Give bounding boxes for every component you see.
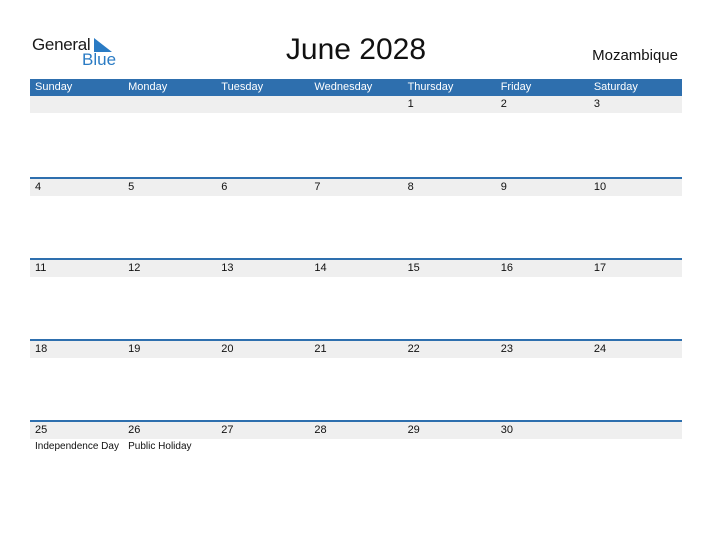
day-number: 20 (221, 342, 234, 355)
day-number-strip: 11 12 13 14 15 16 17 (30, 259, 682, 277)
week-row: 18 19 20 21 22 23 24 (30, 339, 682, 420)
day-number: 1 (407, 98, 414, 110)
day-number: 11 (35, 261, 47, 274)
day-number-strip: 18 19 20 21 22 23 24 (30, 340, 682, 358)
day-number: 5 (128, 180, 135, 193)
holiday-row (30, 196, 682, 198)
weekday-saturday: Saturday (593, 81, 638, 93)
day-number-strip: 25 26 27 28 29 30 (30, 421, 682, 439)
holiday-label (589, 439, 682, 452)
day-number: 29 (407, 423, 420, 436)
holiday-label: Independence Day (35, 440, 119, 452)
holiday-label (216, 277, 309, 279)
holiday-label (403, 358, 496, 360)
day-number: 22 (407, 342, 420, 355)
day-number: 13 (221, 261, 234, 274)
day-number: 28 (314, 423, 327, 436)
holiday-row (30, 358, 682, 360)
week-row: 4 5 6 7 8 9 10 (30, 177, 682, 258)
weekday-header: Sunday Monday Tuesday Wednesday Thursday… (30, 79, 682, 96)
holiday-label (309, 358, 402, 360)
day-number-strip: 4 5 6 7 8 9 10 (30, 178, 682, 196)
holiday-label (496, 277, 589, 279)
holiday-label (589, 277, 682, 279)
holiday-label (309, 196, 402, 198)
day-number: 2 (500, 98, 507, 110)
holiday-label (30, 277, 123, 279)
holiday-label (123, 277, 216, 279)
day-number: 15 (407, 261, 420, 274)
day-number: 18 (35, 342, 48, 355)
holiday-label (309, 439, 402, 452)
week-row: 1 2 3 (30, 96, 682, 177)
holiday-label (496, 113, 589, 115)
day-number: 4 (35, 180, 42, 193)
day-number: 12 (128, 261, 141, 274)
day-number (309, 96, 402, 113)
holiday-label (403, 113, 496, 115)
holiday-label (123, 196, 216, 198)
holiday-label (403, 277, 496, 279)
holiday-label (496, 196, 589, 198)
holiday-label (216, 358, 309, 360)
day-number: 16 (500, 261, 513, 274)
holiday-label (309, 277, 402, 279)
holiday-label (589, 113, 682, 115)
holiday-label (403, 196, 496, 198)
holiday-label (216, 439, 309, 452)
day-number: 25 (35, 423, 48, 436)
day-number (589, 422, 682, 439)
week-row: 25 26 27 28 29 30 Independence Day Public Holid… (30, 420, 682, 501)
holiday-label (216, 113, 309, 115)
holiday-label (589, 196, 682, 198)
day-number: 30 (500, 423, 513, 436)
holiday-label (403, 439, 496, 452)
day-number: 8 (407, 180, 414, 193)
day-number: 7 (314, 180, 321, 193)
day-number: 17 (593, 261, 607, 274)
day-number-strip: 1 2 3 (30, 96, 682, 113)
day-number: 23 (500, 342, 513, 355)
day-number: 14 (314, 261, 327, 274)
holiday-row (30, 113, 682, 115)
holiday-label (309, 113, 402, 115)
holiday-label (30, 196, 123, 198)
day-number (30, 96, 123, 113)
day-number: 9 (500, 180, 507, 193)
weekday-tuesday: Tuesday (221, 81, 264, 93)
day-number: 10 (593, 180, 607, 193)
weekday-wednesday: Wednesday (314, 81, 373, 93)
holiday-label (30, 358, 123, 360)
holiday-label: Public Holiday (128, 440, 192, 452)
holiday-row (30, 277, 682, 279)
weekday-sunday: Sunday (35, 81, 73, 93)
weekday-monday: Monday (128, 81, 168, 93)
holiday-label (496, 358, 589, 360)
holiday-label (30, 113, 123, 115)
day-number (123, 96, 216, 113)
holiday-label (123, 358, 216, 360)
day-number: 24 (593, 342, 607, 355)
day-number: 21 (314, 342, 327, 355)
day-number: 19 (128, 342, 141, 355)
weekday-friday: Friday (500, 81, 532, 93)
holiday-row: Independence Day Public Holiday (30, 439, 682, 452)
day-number (216, 96, 309, 113)
week-row: 11 12 13 14 15 16 17 (30, 258, 682, 339)
day-number: 6 (221, 180, 228, 193)
day-number: 26 (128, 423, 141, 436)
day-number: 27 (221, 423, 234, 436)
holiday-label (216, 196, 309, 198)
holiday-label (589, 358, 682, 360)
calendar-grid: Sunday Monday Tuesday Wednesday Thursday… (30, 79, 682, 501)
country-label: Mozambique (592, 47, 678, 64)
weekday-thursday: Thursday (407, 81, 454, 93)
holiday-label (123, 113, 216, 115)
holiday-label (496, 439, 589, 452)
day-number: 3 (593, 98, 600, 110)
